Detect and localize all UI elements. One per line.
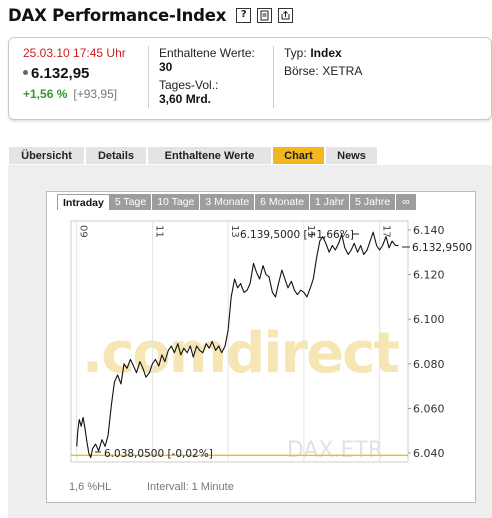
tab-news[interactable]: News (325, 146, 378, 165)
range-tab-5-years[interactable]: 5 Jahre (350, 194, 397, 210)
quote-divider (148, 46, 149, 108)
range-tab-5-days[interactable]: 5 Tage (109, 194, 153, 210)
constituents-label: Enthaltene Werte: (159, 46, 255, 60)
question-icon[interactable]: ? (236, 7, 252, 23)
quote-box: 25.03.10 17:45 Uhr 6.132,95 +1,56 % [+93,… (8, 37, 492, 120)
quote-price-value: 6.132,95 (31, 65, 90, 82)
range-tab-bar: Intraday 5 Tage 10 Tage 3 Monate 6 Monat… (57, 194, 417, 210)
title-row: DAX Performance-Index ? (8, 4, 294, 26)
quote-change-pct: +1,56 % (23, 87, 68, 101)
quote-date-time: 25.03.10 17:45 Uhr (23, 46, 126, 60)
tab-chart[interactable]: Chart (272, 146, 325, 165)
volatility-info: 1,6 %HL (69, 481, 112, 493)
tick-dot-icon (23, 69, 28, 75)
quote-change: +1,56 % [+93,95] (23, 87, 126, 101)
type-label: Typ: (284, 46, 307, 60)
quote-price: 6.132,95 (23, 65, 126, 82)
quote-change-abs: [+93,95] (73, 87, 118, 101)
title-toolbar: ? (236, 7, 294, 23)
quote-meta-column: Typ: Index Börse: XETRA (284, 46, 362, 78)
tab-overview[interactable]: Übersicht (8, 146, 85, 165)
volume-label: Tages-Vol.: (159, 78, 219, 92)
constituents-value: 30 (159, 60, 173, 74)
range-tab-1-year[interactable]: 1 Jahr (309, 194, 351, 210)
tab-bar: Übersicht Details Enthaltene Werte Chart… (8, 146, 378, 165)
chart-frame (46, 191, 476, 503)
quote-divider (273, 46, 274, 108)
quote-price-column: 25.03.10 17:45 Uhr 6.132,95 +1,56 % [+93,… (23, 46, 126, 101)
tab-constituents[interactable]: Enthaltene Werte (147, 146, 272, 165)
range-tab-6-months[interactable]: 6 Monate (255, 194, 310, 210)
range-tab-max[interactable]: ∞ (396, 194, 417, 210)
exchange-value: XETRA (322, 64, 363, 78)
exchange-label: Börse: (284, 64, 319, 78)
volume-value: 3,60 Mrd. (159, 92, 212, 106)
tab-details[interactable]: Details (85, 146, 147, 165)
export-icon[interactable] (278, 7, 294, 23)
range-tab-3-months[interactable]: 3 Monate (200, 194, 256, 210)
quote-stats-column: Enthaltene Werte: 30 Tages-Vol.: 3,60 Mr… (159, 46, 255, 106)
interval-info: Intervall: 1 Minute (147, 481, 234, 493)
range-tab-intraday[interactable]: Intraday (57, 194, 110, 210)
print-icon[interactable] (257, 7, 273, 23)
page-title: DAX Performance-Index (8, 5, 227, 25)
type-value: Index (310, 46, 342, 60)
range-tab-10-days[interactable]: 10 Tage (152, 194, 201, 210)
